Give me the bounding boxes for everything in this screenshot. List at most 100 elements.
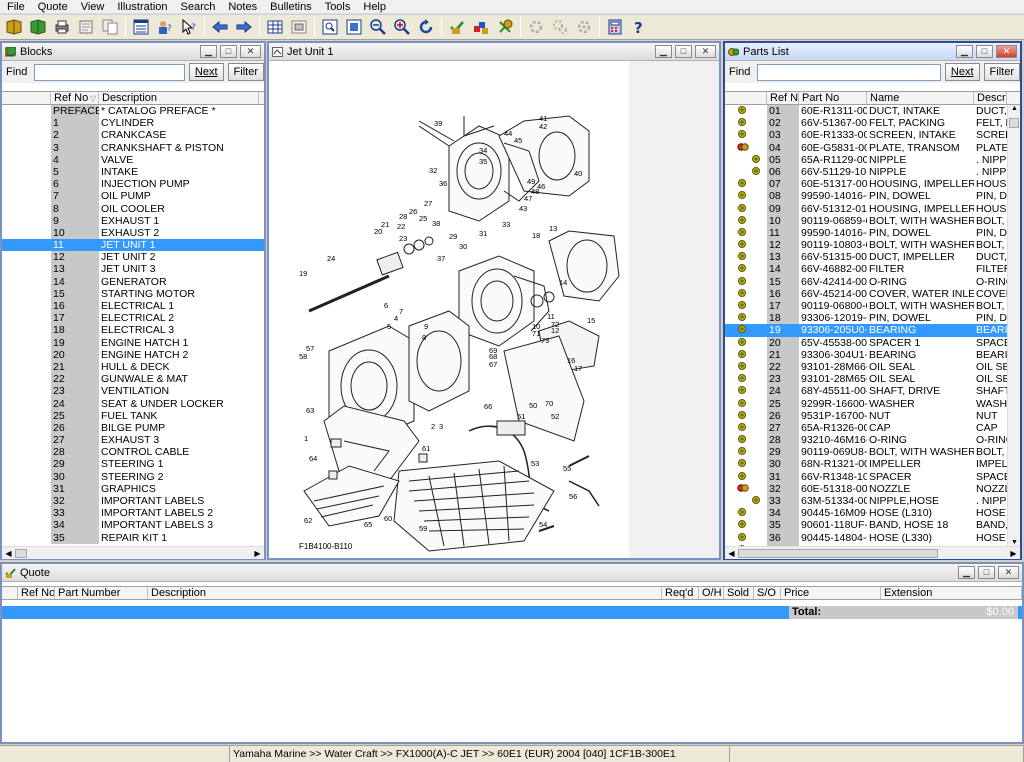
print-icon[interactable] [51, 16, 73, 38]
callout-number[interactable]: 64 [309, 454, 317, 463]
callout-number[interactable]: 55 [563, 464, 571, 473]
menu-tools[interactable]: Tools [318, 0, 357, 14]
callout-number[interactable]: 70 [545, 399, 553, 408]
zoom-window-icon[interactable] [319, 16, 341, 38]
list-item[interactable]: 19 ENGINE HATCH 1 [2, 336, 264, 349]
callout-number[interactable]: 60 [384, 514, 392, 523]
table-row[interactable]: 3166V-R1348-10-00SPACER SPACEF [725, 470, 1007, 483]
quote-col-partnumber[interactable]: Part Number [55, 587, 148, 599]
table-row[interactable]: 1893306-12019-00PIN, DOWEL PIN, DO [725, 312, 1007, 325]
parts-col-ref[interactable]: Ref No [767, 92, 799, 104]
list-item[interactable]: 6 INJECTION PUMP [2, 178, 264, 191]
callout-number[interactable]: 45 [514, 136, 522, 145]
menu-bulletins[interactable]: Bulletins [263, 0, 318, 14]
blocks-col-desc[interactable]: Description [99, 92, 259, 104]
parts-next-button[interactable]: Next [944, 63, 980, 81]
table-row[interactable]: 2065V-45538-00-00SPACER 1 SPACER [725, 336, 1007, 349]
callout-number[interactable]: 73 [541, 336, 549, 345]
maximize-button[interactable]: □ [978, 566, 995, 579]
table-row[interactable]: 0160E-R1311-00-94DUCT, INTAKE DUCT, I [725, 105, 1007, 118]
list-item[interactable]: 7 OIL PUMP [2, 190, 264, 203]
copy-icon[interactable] [99, 16, 121, 38]
callout-number[interactable]: 3 [439, 422, 443, 431]
table-row[interactable]: 1666V-45214-00-94COVER, WATER INLETCOVER… [725, 287, 1007, 300]
fit-page-icon[interactable] [343, 16, 365, 38]
callout-number[interactable]: 33 [502, 220, 510, 229]
callout-number[interactable]: 21 [381, 220, 389, 229]
list-item[interactable]: 9 EXHAUST 1 [2, 214, 264, 227]
help-question-icon[interactable]: ? [628, 16, 650, 38]
callout-number[interactable]: 35 [479, 157, 487, 166]
list-item[interactable]: 27 EXHAUST 3 [2, 434, 264, 447]
exploded-parts-diagram[interactable]: 3941424034444535363238252627282930313337… [269, 61, 629, 558]
list-item[interactable]: 31 GRAPHICS [2, 482, 264, 495]
callout-number[interactable]: 34 [479, 146, 487, 155]
menu-help[interactable]: Help [356, 0, 392, 14]
close-button[interactable]: ✕ [240, 45, 261, 58]
table-row[interactable]: 0266V-51367-00-00FELT, PACKING FELT, PA [725, 117, 1007, 130]
callout-number[interactable]: 54 [539, 520, 547, 529]
callout-number[interactable]: 50 [529, 401, 537, 410]
list-item[interactable]: 28 CONTROL CABLE [2, 446, 264, 459]
close-button[interactable]: ✕ [695, 45, 716, 58]
callout-number[interactable]: 39 [434, 119, 442, 128]
callout-number[interactable]: 13 [549, 224, 557, 233]
callout-number[interactable]: 1 [304, 434, 308, 443]
table-row[interactable]: 1090119-06859-00BOLT, WITH WASHERBOLT, W [725, 214, 1007, 227]
callout-number[interactable]: 24 [327, 254, 335, 263]
parts-col-name[interactable]: Name [867, 92, 974, 104]
callout-number[interactable]: 32 [429, 166, 437, 175]
callout-number[interactable]: 53 [531, 459, 539, 468]
callout-number[interactable]: 29 [449, 232, 457, 241]
maximize-button[interactable]: □ [675, 45, 692, 58]
scroll-left-icon[interactable]: ◀ [2, 549, 15, 558]
list-item[interactable]: 18 ELECTRICAL 3 [2, 324, 264, 337]
list-item[interactable]: 23 VENTILATION [2, 385, 264, 398]
list-item[interactable]: 30 STEERING 2 [2, 470, 264, 483]
list-item[interactable]: 26 BILGE PUMP [2, 421, 264, 435]
callout-number[interactable]: 5 [387, 322, 391, 331]
minimize-button[interactable]: ▁ [958, 566, 975, 579]
minimize-button[interactable]: ▁ [956, 45, 973, 58]
menu-search[interactable]: Search [174, 0, 222, 14]
callout-number[interactable]: 49 [527, 177, 535, 186]
parts-filter-button[interactable]: Filter [983, 63, 1020, 81]
scroll-left-icon[interactable]: ◀ [725, 549, 738, 558]
table-row[interactable]: 269531P-16700-00NUTNUT [725, 409, 1007, 422]
table-row[interactable]: 2393101-28M65-00OIL SEAL OIL SEA [725, 373, 1007, 386]
quote-col-so[interactable]: S/O [754, 587, 781, 599]
table-row[interactable]: 1466V-46882-00-00FILTERFILTER [725, 263, 1007, 276]
menu-file[interactable]: File [0, 0, 31, 14]
callout-number[interactable]: 36 [439, 179, 447, 188]
close-button[interactable]: ✕ [998, 566, 1019, 579]
menu-quote[interactable]: Quote [31, 0, 74, 14]
callout-number[interactable]: 38 [432, 219, 440, 228]
list-item[interactable]: PREFACE * CATALOG PREFACE * [2, 105, 264, 118]
list-item[interactable]: 11 JET UNIT 1 [2, 239, 264, 252]
callout-number[interactable]: 14 [559, 278, 567, 287]
grid-icon[interactable] [264, 16, 286, 38]
whats-this-icon[interactable]: ? [178, 16, 200, 38]
table-row[interactable]: 2468Y-45511-00-00SHAFT, DRIVE SHAFT, [725, 385, 1007, 398]
callout-number[interactable]: 15 [587, 316, 595, 325]
parts-col-desc[interactable]: Descripti [974, 92, 1007, 104]
check-add-icon[interactable] [446, 16, 468, 38]
table-row[interactable]: 1366V-51315-00-94DUCT, IMPELLER DUCT, I [725, 251, 1007, 264]
list-icon[interactable] [130, 16, 152, 38]
list-item[interactable]: 16 ELECTRICAL 1 [2, 300, 264, 313]
open-book-icon[interactable] [3, 16, 25, 38]
minimize-button[interactable]: ▁ [200, 45, 217, 58]
scroll-up-icon[interactable]: ▲ [1011, 105, 1018, 112]
user-help-icon[interactable]: ? [154, 16, 176, 38]
table-row[interactable]: 3363M-51334-00-00NIPPLE,HOSE . NIPPLE [725, 495, 1007, 508]
callout-number[interactable]: 66 [484, 402, 492, 411]
menu-illustration[interactable]: Illustration [110, 0, 173, 14]
blocks-find-input[interactable] [33, 63, 185, 81]
scroll-down-icon[interactable]: ▼ [1011, 539, 1018, 546]
menu-notes[interactable]: Notes [221, 0, 263, 14]
callout-number[interactable]: 9 [424, 322, 428, 331]
forward-arrow-icon[interactable] [233, 16, 255, 38]
callout-number[interactable]: 48 [531, 187, 539, 196]
refresh-icon[interactable] [415, 16, 437, 38]
table-row[interactable]: 259299R-16600-00WASHER WASHE [725, 397, 1007, 410]
